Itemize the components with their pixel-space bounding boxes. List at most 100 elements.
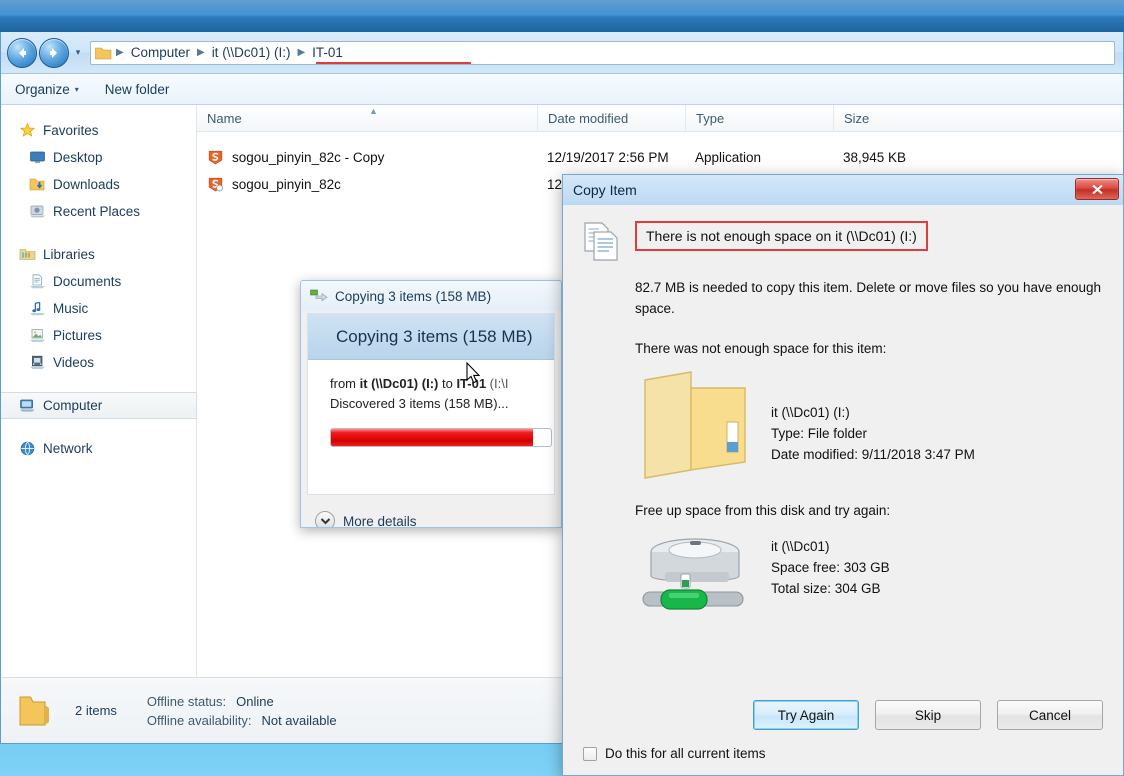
disk-name-label: it (\\Dc01) xyxy=(771,539,830,554)
sidebar-item-documents[interactable]: Documents xyxy=(1,268,196,295)
do-this-for-all-checkbox[interactable] xyxy=(583,746,597,761)
copy-progress-bar-fill xyxy=(331,429,534,446)
sidebar-group-libraries[interactable]: Libraries xyxy=(1,241,196,268)
offline-availability-row: Offline availability: Not available xyxy=(147,713,337,728)
target-disk-info: it (\\Dc01) Space free: 303 GB Total siz… xyxy=(771,530,890,599)
file-size-cell: 38,945 KB xyxy=(843,150,907,165)
item-type-label: Type: File folder xyxy=(771,426,868,441)
history-dropdown-button[interactable]: ▾ xyxy=(71,47,85,58)
try-again-button[interactable]: Try Again xyxy=(753,700,859,730)
address-bar[interactable]: ▶ Computer ▶ it (\\Dc01) (I:) ▶ IT-01 xyxy=(90,40,1115,65)
copy-progress-details: from it (\\Dc01) (I:) to IT-01 (I:\I Dis… xyxy=(308,360,554,414)
desktop-titlebar-glass xyxy=(0,0,1124,32)
organize-button[interactable]: Organize ▾ xyxy=(15,82,79,97)
copy-progress-heading: Copying 3 items (158 MB) xyxy=(308,314,554,384)
sidebar-item-label: Documents xyxy=(53,274,122,289)
chevron-down-icon: ▾ xyxy=(74,84,79,94)
column-header-type[interactable]: Type xyxy=(685,105,833,131)
sidebar-item-recent-places[interactable]: Recent Places xyxy=(1,198,196,225)
mouse-cursor-icon xyxy=(466,362,481,384)
sidebar-item-desktop[interactable]: Desktop xyxy=(1,144,196,171)
disk-total-size-label: Total size: 304 GB xyxy=(771,581,881,596)
offline-availability-label: Offline availability: xyxy=(146,712,252,728)
more-details-label[interactable]: More details xyxy=(343,514,417,528)
folder-icon xyxy=(644,371,746,479)
sidebar-group-label: Libraries xyxy=(43,247,95,262)
offline-status-row: Offline status: Online xyxy=(147,694,337,709)
error-headline-highlight: There is not enough space on it (\\Dc01)… xyxy=(635,221,928,251)
error-headline-row: There is not enough space on it (\\Dc01)… xyxy=(583,221,1103,263)
sidebar-item-music[interactable]: Music xyxy=(1,295,196,322)
conflicting-item-block: it (\\Dc01) (I:) Type: File folder Date … xyxy=(635,366,1103,481)
sidebar-item-label: Videos xyxy=(53,355,95,370)
documents-icon xyxy=(30,274,45,289)
error-headline-label: There is not enough space on it (\\Dc01)… xyxy=(646,228,917,244)
sidebar-item-computer[interactable]: Computer xyxy=(1,392,197,419)
column-label: Size xyxy=(844,110,870,126)
sidebar-item-label: Network xyxy=(43,441,93,456)
breadcrumb-separator: ▶ xyxy=(116,47,124,58)
column-header-name[interactable]: Name ▲ xyxy=(197,105,537,131)
file-date-cell: 12/19/2017 2:56 PM xyxy=(547,150,669,165)
sidebar-item-label: Desktop xyxy=(53,150,103,165)
column-header-size[interactable]: Size xyxy=(833,105,933,131)
command-toolbar: Organize ▾ New folder xyxy=(1,74,1123,105)
item-count-label: 2 items xyxy=(75,703,117,718)
new-folder-button[interactable]: New folder xyxy=(105,82,170,97)
document-pages-icon xyxy=(584,222,618,261)
do-this-for-all-row: Do this for all current items xyxy=(583,746,1103,761)
breadcrumb-computer[interactable]: Computer xyxy=(128,44,193,61)
copy-progress-title-label: Copying 3 items (158 MB) xyxy=(335,288,492,304)
disk-section-label: Free up space from this disk and try aga… xyxy=(635,503,891,518)
skip-button[interactable]: Skip xyxy=(875,700,981,730)
discovered-items-label: Discovered 3 items (158 MB)... xyxy=(330,396,509,411)
music-icon xyxy=(30,301,45,316)
column-header-date-modified[interactable]: Date modified xyxy=(537,105,685,131)
sidebar-group-favorites[interactable]: Favorites xyxy=(1,117,196,144)
table-row[interactable]: sogou_pinyin_82c - Copy 12/19/2017 2:56 … xyxy=(197,144,1123,171)
to-word-label: to xyxy=(438,376,457,391)
column-label: Name xyxy=(207,110,242,126)
offline-status-label: Offline status: xyxy=(146,693,227,709)
pictures-icon xyxy=(30,329,45,342)
file-name-cell: sogou_pinyin_82c xyxy=(197,176,537,193)
copy-source-label: it (\\Dc01) (I:) xyxy=(359,376,439,391)
sidebar-item-videos[interactable]: Videos xyxy=(1,349,196,376)
copy-item-footer: Try Again Skip Cancel Do this for all cu… xyxy=(563,700,1123,775)
offline-availability-value: Not available xyxy=(261,712,337,728)
computer-icon xyxy=(20,399,35,412)
item-section-label: There was not enough space for this item… xyxy=(635,341,887,356)
network-drive-icon xyxy=(642,538,744,610)
folder-icon xyxy=(19,696,49,725)
close-button[interactable] xyxy=(1075,178,1119,200)
disk-space-free-label: Space free: 303 GB xyxy=(771,560,890,575)
item-date-label: Date modified: 9/11/2018 3:47 PM xyxy=(771,447,975,462)
copy-items-icon xyxy=(310,289,328,301)
recent-places-icon xyxy=(30,205,45,218)
forward-button[interactable] xyxy=(39,37,69,68)
from-prefix-label: from xyxy=(330,376,360,391)
breadcrumb-folder[interactable]: IT-01 xyxy=(309,44,346,61)
copy-progress-bar xyxy=(330,428,552,447)
target-disk-block: it (\\Dc01) Space free: 303 GB Total siz… xyxy=(635,530,1103,622)
sogou-app-icon xyxy=(208,177,223,192)
file-type-cell: Application xyxy=(695,150,762,165)
sort-ascending-icon: ▲ xyxy=(369,106,378,116)
network-icon xyxy=(20,441,35,456)
copy-item-title-label: Copy Item xyxy=(573,182,637,198)
breadcrumb-drive[interactable]: it (\\Dc01) (I:) xyxy=(209,44,294,61)
sidebar-item-network[interactable]: Network xyxy=(1,435,196,462)
conflicting-item-info: it (\\Dc01) (I:) Type: File folder Date … xyxy=(771,366,975,465)
copy-destination-path-label: (I:\I xyxy=(486,376,509,391)
cancel-button[interactable]: Cancel xyxy=(997,700,1103,730)
sidebar-item-downloads[interactable]: Downloads xyxy=(1,171,196,198)
navigation-bar: ▾ ▶ Computer ▶ it (\\Dc01) (I:) ▶ IT-01 xyxy=(1,32,1123,74)
sidebar-item-pictures[interactable]: Pictures xyxy=(1,322,196,349)
do-this-for-all-label: Do this for all current items xyxy=(605,746,766,761)
more-details-toggle[interactable] xyxy=(315,511,335,527)
column-label: Type xyxy=(696,110,725,126)
back-button[interactable] xyxy=(7,37,37,68)
back-arrow-icon xyxy=(19,47,26,58)
forward-arrow-icon xyxy=(50,47,57,58)
